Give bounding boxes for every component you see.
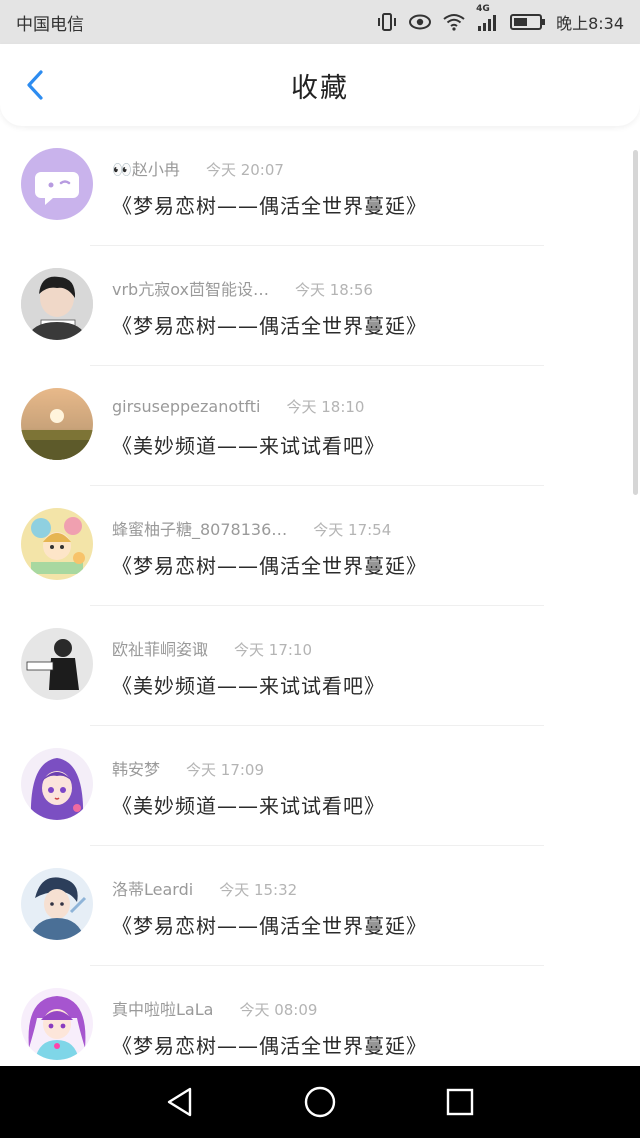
username[interactable]: 韩安梦: [112, 756, 160, 780]
message-text: 《梦易恋树——偶活全世界蔓延》: [112, 1034, 427, 1058]
item-meta: 蜂蜜柚子糖_8078136… 今天 17:54: [112, 516, 391, 540]
timestamp: 今天 08:09: [239, 1001, 318, 1019]
list-item[interactable]: 真中啦啦LaLa 今天 08:09 《梦易恋树——偶活全世界蔓延》: [0, 966, 640, 1066]
username[interactable]: girsuseppezanotfti: [112, 397, 260, 416]
username[interactable]: 真中啦啦LaLa: [112, 996, 213, 1020]
eye-icon: [408, 13, 432, 31]
list-item[interactable]: 洛蒂Leardi 今天 15:32 《梦易恋树——偶活全世界蔓延》: [0, 846, 640, 966]
signal-icon: 4G: [476, 4, 500, 32]
timestamp: 今天 18:56: [294, 281, 373, 299]
timestamp: 今天 17:09: [186, 761, 265, 779]
network-label: 4G: [476, 4, 490, 14]
recents-square-icon: [446, 1088, 474, 1116]
list-item[interactable]: 👀赵小冉 今天 20:07 《梦易恋树——偶活全世界蔓延》: [0, 126, 640, 246]
username[interactable]: 👀赵小冉: [112, 156, 180, 180]
timestamp: 今天 17:54: [313, 521, 392, 539]
carrier-label: 中国电信: [16, 14, 84, 35]
cartoon-avatar[interactable]: [21, 508, 93, 580]
idol-girl-avatar[interactable]: [21, 988, 93, 1060]
list-item[interactable]: 韩安梦 今天 17:09 《美妙频道——来试试看吧》: [0, 726, 640, 846]
message-text: 《美妙频道——来试试看吧》: [112, 674, 385, 698]
system-nav-bar: [0, 1066, 640, 1138]
status-bar: 中国电信 4G 晚上8:34: [0, 0, 640, 44]
timestamp: 今天 17:10: [234, 641, 313, 659]
battery-icon: [510, 13, 546, 31]
username[interactable]: vrb亢寂ox茴智能设…: [112, 276, 269, 300]
scrollbar[interactable]: [633, 150, 638, 495]
nav-home-button[interactable]: [297, 1079, 343, 1125]
list-item[interactable]: 欧祉菲峒姿诹 今天 17:10 《美妙频道——来试试看吧》: [0, 606, 640, 726]
nav-recents-button[interactable]: [437, 1079, 483, 1125]
message-text: 《美妙频道——来试试看吧》: [112, 794, 385, 818]
list-item[interactable]: 蜂蜜柚子糖_8078136… 今天 17:54 《梦易恋树——偶活全世界蔓延》: [0, 486, 640, 606]
item-meta: girsuseppezanotfti 今天 18:10: [112, 396, 364, 417]
message-text: 《梦易恋树——偶活全世界蔓延》: [112, 194, 427, 218]
item-meta: 真中啦啦LaLa 今天 08:09: [112, 996, 317, 1020]
item-meta: 👀赵小冉 今天 20:07: [112, 156, 284, 180]
item-meta: 洛蒂Leardi 今天 15:32: [112, 876, 297, 900]
bw-figure-avatar[interactable]: [21, 628, 93, 700]
username[interactable]: 蜂蜜柚子糖_8078136…: [112, 516, 287, 540]
message-text: 《梦易恋树——偶活全世界蔓延》: [112, 914, 427, 938]
vibrate-icon: [376, 12, 398, 32]
home-circle-icon: [304, 1086, 336, 1118]
anime-girl-avatar[interactable]: [21, 748, 93, 820]
message-text: 《梦易恋树——偶活全世界蔓延》: [112, 554, 427, 578]
item-meta: 欧祉菲峒姿诹 今天 17:10: [112, 636, 312, 660]
anime-boy-avatar[interactable]: [21, 868, 93, 940]
clock-label: 晚上8:34: [556, 14, 624, 33]
top-app-bar: 收藏: [0, 44, 640, 126]
item-meta: vrb亢寂ox茴智能设… 今天 18:56: [112, 276, 373, 300]
timestamp: 今天 18:10: [286, 398, 365, 416]
person-photo-avatar[interactable]: [21, 268, 93, 340]
favorites-list: 👀赵小冉 今天 20:07 《梦易恋树——偶活全世界蔓延》 vrb亢寂ox茴智能…: [0, 126, 640, 1066]
timestamp: 今天 20:07: [205, 161, 284, 179]
message-text: 《梦易恋树——偶活全世界蔓延》: [112, 314, 427, 338]
list-item[interactable]: vrb亢寂ox茴智能设… 今天 18:56 《梦易恋树——偶活全世界蔓延》: [0, 246, 640, 366]
message-text: 《美妙频道——来试试看吧》: [112, 434, 385, 458]
list-item[interactable]: girsuseppezanotfti 今天 18:10 《美妙频道——来试试看吧…: [0, 366, 640, 486]
landscape-avatar[interactable]: [21, 388, 93, 460]
item-meta: 韩安梦 今天 17:09: [112, 756, 264, 780]
back-button[interactable]: [18, 68, 52, 102]
chevron-left-icon: [27, 70, 43, 100]
username[interactable]: 洛蒂Leardi: [112, 876, 193, 900]
username[interactable]: 欧祉菲峒姿诹: [112, 636, 208, 660]
page-title: 收藏: [291, 72, 349, 104]
nav-back-button[interactable]: [157, 1079, 203, 1125]
chat-bubble-avatar[interactable]: [21, 148, 93, 220]
back-triangle-icon: [167, 1087, 192, 1117]
status-icons: 4G 晚上8:34: [376, 4, 624, 34]
timestamp: 今天 15:32: [219, 881, 298, 899]
wifi-icon: [442, 12, 466, 32]
